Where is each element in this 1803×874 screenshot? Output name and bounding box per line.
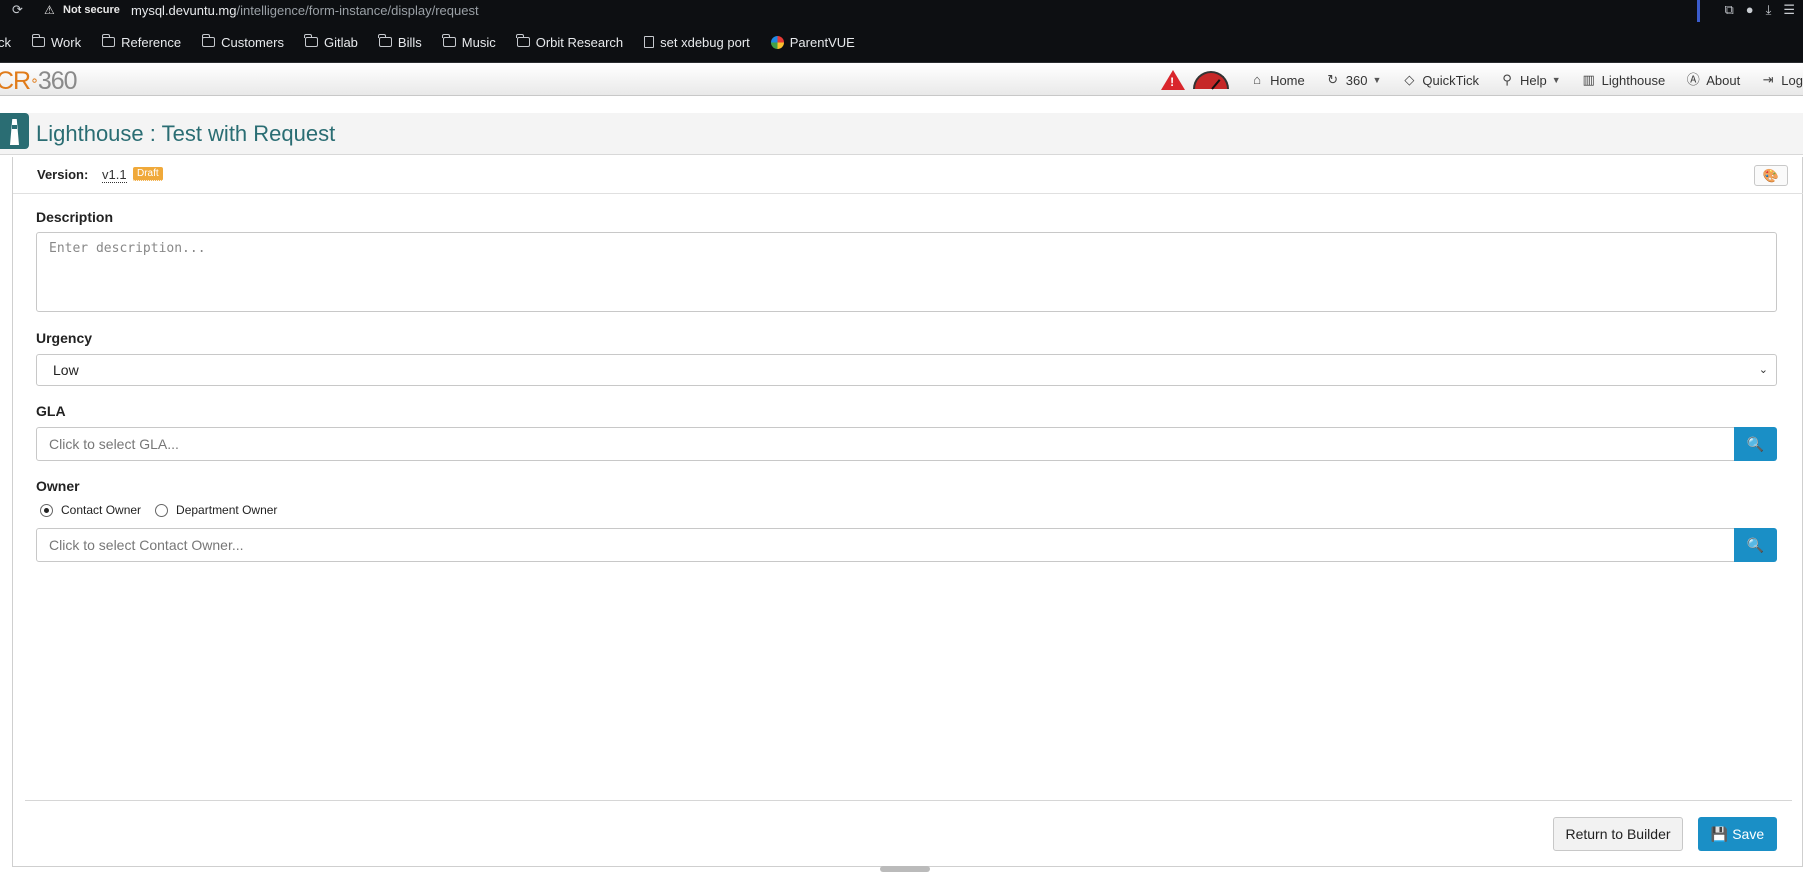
contact-owner-radio[interactable]: [40, 503, 53, 517]
folder-icon: [516, 34, 530, 47]
version-row: Version: v1.1 Draft 🎨: [13, 157, 1803, 194]
footer-divider: [25, 800, 1792, 801]
help-search-icon: ⚲: [1502, 72, 1512, 87]
gla-picker: 🔍: [36, 427, 1777, 461]
nav-home[interactable]: ⌂ Home: [1249, 72, 1305, 88]
chevron-down-icon: ⌄: [1758, 364, 1768, 376]
bookmark-set-xdebug-port[interactable]: set xdebug port: [644, 35, 750, 50]
nav-360[interactable]: ↻ 360 ▼: [1325, 72, 1382, 88]
url-host: mysql.devuntu.mg: [131, 3, 237, 18]
horizontal-scrollbar[interactable]: [880, 866, 930, 872]
palette-icon: 🎨: [1762, 168, 1780, 183]
palette-button[interactable]: 🎨: [1754, 165, 1788, 186]
gla-label: GLA: [36, 403, 66, 419]
browser-toolbar-icons: ⧉ ● ⤓ ☰: [1724, 2, 1795, 18]
gla-search-button[interactable]: 🔍: [1734, 427, 1777, 461]
bookmark-customers[interactable]: Customers: [201, 34, 284, 50]
department-owner-label[interactable]: Department Owner: [176, 503, 277, 517]
urgency-selected-value: Low: [53, 362, 79, 378]
folder-icon: [378, 34, 392, 47]
status-badge: Draft: [133, 167, 163, 181]
bookmark-music[interactable]: Music: [442, 34, 496, 50]
folder-icon: [31, 34, 45, 47]
alert-icon[interactable]: [1161, 70, 1186, 90]
department-owner-radio[interactable]: [155, 503, 169, 517]
bookmarks-bar: ck Work Reference Customers Gitlab Bills…: [0, 22, 1803, 63]
home-icon: ⌂: [1253, 72, 1261, 87]
page-title: Lighthouse : Test with Request: [36, 121, 336, 146]
lighthouse-logo-icon: [0, 113, 29, 149]
bookmark-work[interactable]: Work: [31, 34, 81, 50]
nav-help[interactable]: ⚲ Help ▼: [1499, 72, 1561, 88]
owner-picker: 🔍: [36, 528, 1777, 562]
page-header: Lighthouse : Test with Request: [0, 113, 1803, 155]
folder-icon: [201, 34, 216, 47]
chevron-down-icon: ▼: [1551, 75, 1561, 85]
owner-search-button[interactable]: 🔍: [1734, 528, 1777, 562]
url-field[interactable]: mysql.devuntu.mg/intelligence/form-insta…: [131, 3, 479, 18]
app-navbar: CR∘360 ⌂Home ↻360▼ ◇QuickTick ⚲Help▼ ▥Li…: [0, 64, 1803, 96]
not-secure-label[interactable]: Not secure: [63, 4, 120, 16]
nav-items: ⌂Home ↻360▼ ◇QuickTick ⚲Help▼ ▥Lighthous…: [1161, 64, 1803, 96]
folder-icon: [304, 34, 318, 47]
version-value[interactable]: v1.1: [102, 167, 127, 183]
logout-icon: ⇥: [1762, 72, 1774, 87]
description-label: Description: [36, 209, 114, 225]
folder-icon: [101, 34, 116, 47]
save-icon: 💾: [1710, 826, 1733, 842]
nav-about[interactable]: Ⓐ About: [1685, 72, 1741, 88]
menu-icon[interactable]: ☰: [1783, 2, 1795, 18]
folder-icon: [442, 34, 456, 47]
bookmark-bills[interactable]: Bills: [378, 34, 422, 50]
owner-label: Owner: [36, 478, 80, 494]
lighthouse-icon: ▥: [1582, 72, 1595, 87]
form-panel: Version: v1.1 Draft 🎨 Description Urgenc…: [12, 157, 1803, 867]
browser-address-bar: ⟳ ⚠ Not secure mysql.devuntu.mg/intellig…: [0, 0, 1803, 22]
description-input[interactable]: [36, 232, 1777, 312]
nav-lighthouse[interactable]: ▥ Lighthouse: [1581, 72, 1665, 88]
page-icon: [644, 36, 655, 48]
about-icon: Ⓐ: [1686, 72, 1700, 87]
url-path: /intelligence/form-instance/display/requ…: [236, 3, 479, 18]
urgency-label: Urgency: [36, 330, 93, 346]
app-logo[interactable]: CR∘360: [0, 67, 78, 96]
nav-logout[interactable]: ⇥Logout: [1760, 72, 1803, 88]
save-button[interactable]: 💾 Save: [1698, 817, 1777, 851]
reload-icon[interactable]: ⟳: [12, 3, 26, 17]
chevron-down-icon: ▼: [1372, 75, 1382, 85]
gla-input[interactable]: [36, 427, 1735, 461]
gauge-icon[interactable]: [1193, 71, 1230, 89]
extensions-icon[interactable]: ⧉: [1724, 2, 1733, 18]
profile-icon[interactable]: ●: [1746, 2, 1754, 18]
bookmark-ck[interactable]: ck: [0, 35, 11, 50]
search-icon: 🔍: [1746, 537, 1765, 553]
sync-icon: ↻: [1327, 72, 1339, 87]
owner-type-radios: Contact Owner Department Owner: [40, 502, 291, 518]
download-icon[interactable]: ⤓: [1766, 2, 1772, 18]
parentvue-icon: [770, 35, 784, 49]
urgency-select[interactable]: Low ⌄: [36, 354, 1777, 386]
bookmark-gitlab[interactable]: Gitlab: [304, 34, 358, 50]
bookmark-orbit-research[interactable]: Orbit Research: [516, 34, 623, 50]
version-label: Version:: [37, 167, 89, 182]
bookmark-parentvue[interactable]: ParentVUE: [770, 35, 855, 50]
nav-quicktick[interactable]: ◇ QuickTick: [1401, 72, 1479, 88]
return-to-builder-button[interactable]: Return to Builder: [1553, 817, 1683, 851]
tab-divider: [1697, 0, 1700, 22]
search-icon: 🔍: [1746, 436, 1765, 452]
tag-icon: ◇: [1404, 72, 1415, 87]
bookmark-reference[interactable]: Reference: [101, 34, 181, 50]
contact-owner-label[interactable]: Contact Owner: [61, 503, 141, 517]
contact-owner-input[interactable]: [36, 528, 1735, 562]
warning-icon: ⚠: [44, 3, 55, 17]
